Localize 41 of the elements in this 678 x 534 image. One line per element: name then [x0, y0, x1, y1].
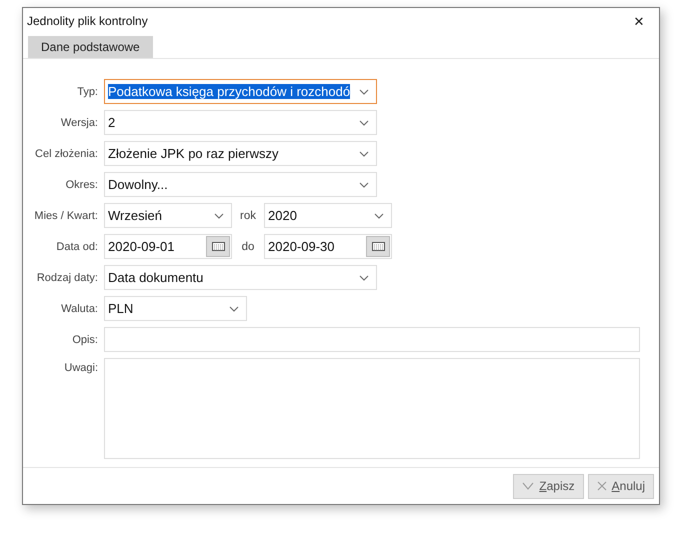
dropdown[interactable]: Wrzesień [104, 203, 232, 228]
chevron-down-icon [214, 212, 224, 218]
dropdown[interactable]: Dowolny... [104, 172, 377, 197]
field-label: Mies / Kwart: [33, 210, 98, 222]
date-field[interactable]: 2020-09-01 [104, 234, 232, 259]
field-label: Typ: [76, 86, 98, 98]
notes-field[interactable] [104, 358, 640, 459]
close-button[interactable]: ✕ [619, 8, 659, 34]
cross-icon [596, 481, 607, 491]
chevron-down-icon [374, 212, 384, 218]
chevron-down-icon [359, 120, 369, 126]
chevron-down-icon [359, 274, 369, 280]
dropdown[interactable]: Podatkowa księga przychodów i rozchodó [104, 79, 377, 104]
chevron-down-icon [359, 88, 369, 94]
field-label: Okres: [64, 178, 98, 190]
field-label: Uwagi: [63, 362, 98, 374]
date-field[interactable]: 2020-09-30 [264, 234, 392, 259]
field-label: Rodzaj daty: [36, 272, 98, 284]
field-label: do [240, 240, 256, 252]
field-label: Waluta: [60, 302, 98, 314]
calendar-button[interactable] [366, 236, 390, 257]
chevron-down-icon [229, 306, 239, 312]
chevron-down-icon [359, 182, 369, 188]
dropdown[interactable]: 2 [104, 110, 377, 135]
dropdown[interactable]: Data dokumentu [104, 265, 377, 290]
field-label: rok [239, 210, 257, 222]
calendar-icon [212, 242, 224, 251]
dropdown[interactable]: 2020 [264, 203, 392, 228]
field-label: Opis: [71, 334, 98, 346]
dropdown[interactable]: Złożenie JPK po raz pierwszy [104, 141, 377, 166]
calendar-button[interactable] [206, 236, 230, 257]
field-label: Wersja: [60, 116, 98, 128]
field-label: Cel złożenia: [34, 148, 98, 160]
checkmark-icon [522, 482, 534, 490]
calendar-icon [372, 242, 384, 251]
tab[interactable]: Dane podstawowe [28, 36, 153, 58]
window-title: Jednolity plik kontrolny [27, 14, 148, 28]
input-field[interactable] [104, 327, 640, 352]
field-label: Data od: [55, 240, 98, 252]
dropdown[interactable]: PLN [104, 296, 247, 321]
chevron-down-icon [359, 150, 369, 156]
